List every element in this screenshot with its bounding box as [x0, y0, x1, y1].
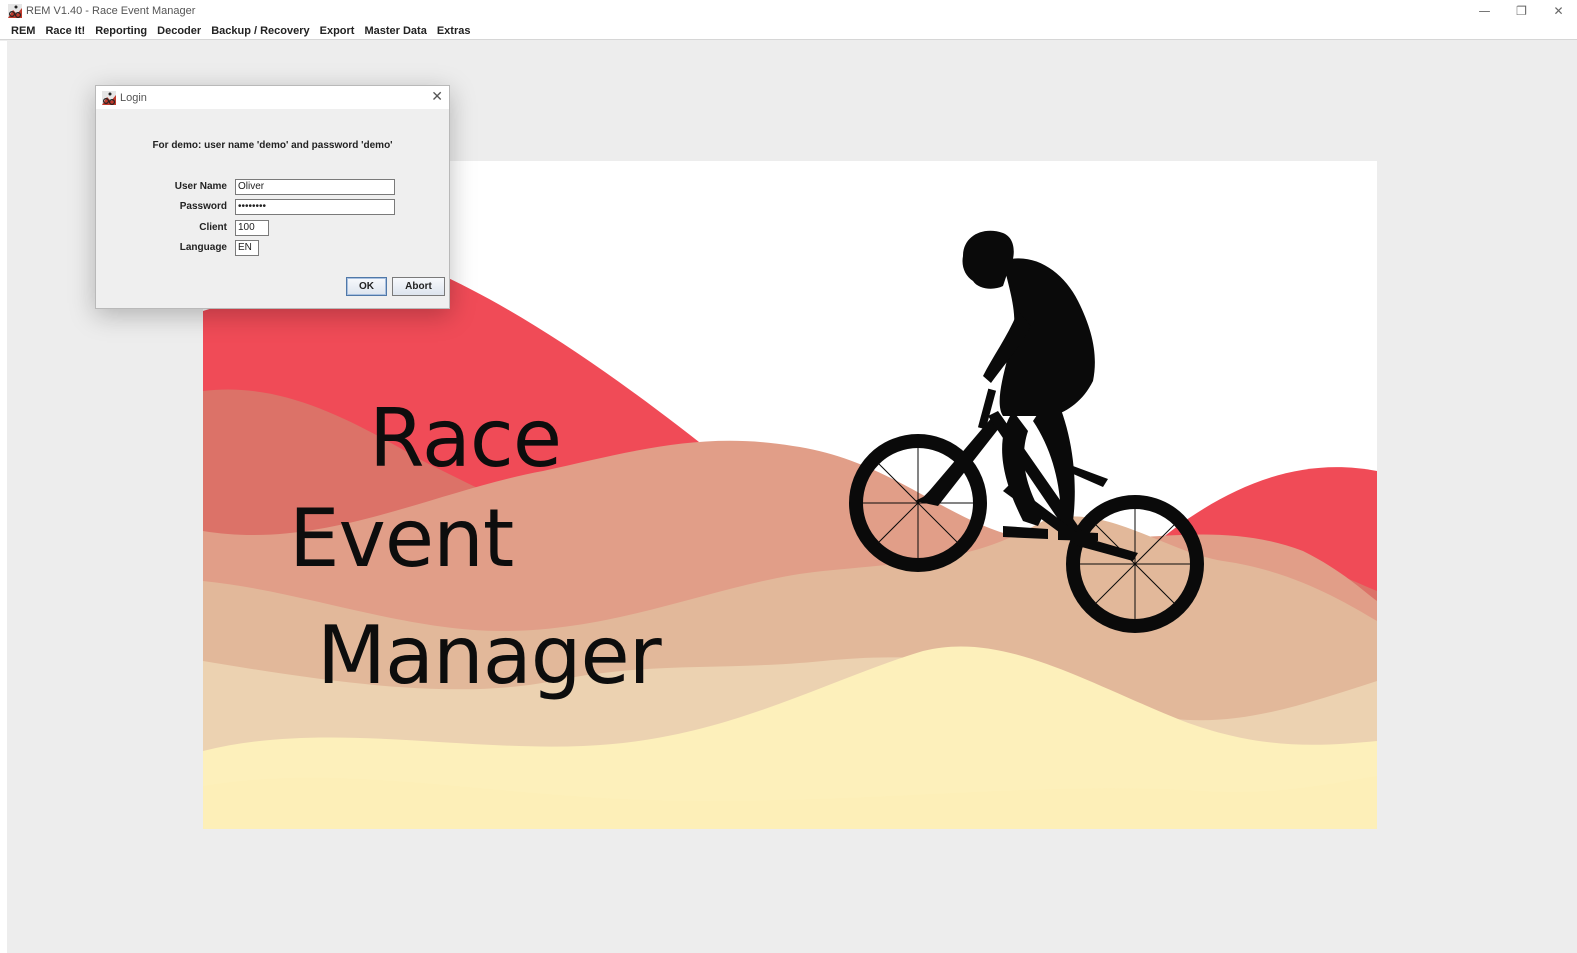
language-row: Language EN [96, 240, 449, 256]
menu-race-it[interactable]: Race It! [40, 25, 90, 37]
menu-extras[interactable]: Extras [432, 25, 476, 37]
menu-decoder[interactable]: Decoder [152, 25, 206, 37]
login-dialog-titlebar[interactable]: Login ✕ [96, 86, 449, 109]
client-row: Client 100 [96, 220, 449, 236]
app-logo-icon [8, 4, 22, 18]
app-logo-icon [102, 90, 116, 105]
language-input[interactable]: EN [235, 240, 259, 256]
minimize-button[interactable]: — [1466, 0, 1503, 22]
menu-master-data[interactable]: Master Data [359, 25, 431, 37]
menu-backup-recovery[interactable]: Backup / Recovery [206, 25, 314, 37]
login-dialog: Login ✕ For demo: user name 'demo' and p… [95, 85, 450, 309]
close-icon[interactable]: ✕ [431, 89, 443, 105]
password-row: Password •••••••• [96, 199, 449, 215]
client-input[interactable]: 100 [235, 220, 269, 236]
password-label: Password [179, 201, 227, 212]
menu-export[interactable]: Export [315, 25, 360, 37]
username-label: User Name [174, 181, 227, 192]
abort-button[interactable]: Abort [392, 277, 445, 296]
menu-reporting[interactable]: Reporting [90, 25, 152, 37]
window-left-border [0, 41, 7, 953]
splash-title-manager: Manager [317, 609, 662, 702]
splash-title-event: Event [289, 492, 514, 585]
close-button[interactable]: ✕ [1540, 0, 1577, 22]
password-input[interactable]: •••••••• [235, 199, 395, 215]
window-title: REM V1.40 - Race Event Manager [26, 5, 196, 17]
login-dialog-title: Login [120, 91, 147, 104]
demo-hint-text: For demo: user name 'demo' and password … [152, 140, 393, 151]
menu-bar: REM Race It! Reporting Decoder Backup / … [0, 22, 1577, 40]
ok-button[interactable]: OK [346, 277, 387, 296]
restore-button[interactable]: ❐ [1503, 0, 1540, 22]
language-label: Language [179, 242, 227, 253]
window-controls: — ❐ ✕ [1466, 0, 1577, 22]
menu-rem[interactable]: REM [6, 25, 40, 37]
client-label: Client [199, 222, 227, 233]
splash-title-race: Race [369, 392, 562, 485]
window-titlebar: REM V1.40 - Race Event Manager — ❐ ✕ [0, 0, 1577, 22]
username-input[interactable]: Oliver [235, 179, 395, 195]
username-row: User Name Oliver [96, 179, 449, 195]
